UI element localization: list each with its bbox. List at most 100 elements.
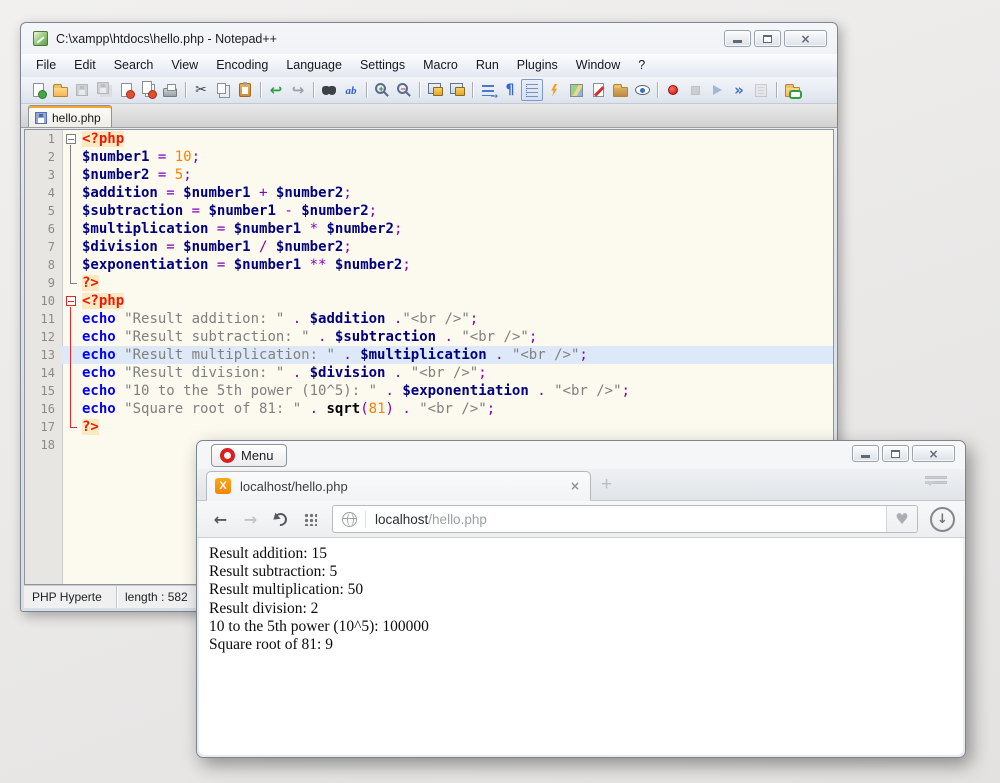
menu-item-plugins[interactable]: Plugins <box>508 54 567 77</box>
file-monitoring-button[interactable] <box>631 79 653 101</box>
opera-close-button[interactable]: × <box>912 445 955 462</box>
tab-close-icon[interactable]: × <box>570 479 580 493</box>
opera-tab-localhost[interactable]: X localhost/hello.php × <box>206 471 591 501</box>
document-switcher-icon <box>593 83 604 97</box>
code-line-17[interactable]: 17?> <box>25 418 833 436</box>
function-list-button[interactable] <box>543 79 565 101</box>
menu-item-macro[interactable]: Macro <box>414 54 467 77</box>
notepadpp-logo-icon <box>33 31 48 46</box>
code-text: ?> <box>79 274 833 292</box>
zoom-in-button[interactable]: + <box>371 79 393 101</box>
code-text: echo "Result multiplication: " . $multip… <box>79 346 833 364</box>
code-line-10[interactable]: 10<?php <box>25 292 833 310</box>
macro-run-multiple-button[interactable]: » <box>728 79 750 101</box>
macro-stop-button[interactable] <box>684 79 706 101</box>
fold-margin <box>62 328 79 346</box>
project-panel-icon <box>613 87 628 97</box>
word-wrap-button[interactable] <box>477 79 499 101</box>
restore-icon <box>891 450 900 458</box>
close-button[interactable]: × <box>784 30 827 47</box>
menu-item-language[interactable]: Language <box>277 54 351 77</box>
code-line-5[interactable]: 5$subtraction = $number1 - $number2; <box>25 202 833 220</box>
code-line-11[interactable]: 11echo "Result addition: " . $addition .… <box>25 310 833 328</box>
macro-record-button[interactable] <box>662 79 684 101</box>
paste-button[interactable] <box>234 79 256 101</box>
code-line-4[interactable]: 4$addition = $number1 + $number2; <box>25 184 833 202</box>
menu-item-search[interactable]: Search <box>105 54 163 77</box>
code-text: <?php <box>79 292 833 310</box>
code-line-13[interactable]: 13echo "Result multiplication: " . $mult… <box>25 346 833 364</box>
show-all-characters-button[interactable]: ¶ <box>499 79 521 101</box>
menu-item-run[interactable]: Run <box>467 54 508 77</box>
opera-menu-button[interactable]: Menu <box>211 444 287 467</box>
desktop: C:\xampp\htdocs\hello.php - Notepad++ × … <box>0 0 1000 783</box>
document-map-button[interactable] <box>565 79 587 101</box>
menu-item-view[interactable]: View <box>162 54 207 77</box>
print-button[interactable] <box>159 79 181 101</box>
close-button[interactable] <box>115 79 137 101</box>
menu-item-edit[interactable]: Edit <box>65 54 105 77</box>
code-line-16[interactable]: 16echo "Square root of 81: " . sqrt(81) … <box>25 400 833 418</box>
code-line-7[interactable]: 7$division = $number1 / $number2; <box>25 238 833 256</box>
menubar: FileEditSearchViewEncodingLanguageSettin… <box>21 54 837 77</box>
speed-dial-icon[interactable] <box>304 513 317 526</box>
bookmark-heart-button[interactable]: ♥ <box>886 506 917 532</box>
fold-toggle-icon[interactable] <box>62 292 79 310</box>
code-line-1[interactable]: 1<?php <box>25 130 833 148</box>
sync-horizontal-button[interactable] <box>446 79 468 101</box>
project-panel-button[interactable] <box>609 79 631 101</box>
forward-button[interactable]: → <box>237 510 264 529</box>
save-all-button[interactable] <box>93 79 115 101</box>
minimize-button[interactable] <box>724 30 751 47</box>
redo-button[interactable]: ↪ <box>287 79 309 101</box>
downloads-button[interactable]: ↓ <box>930 507 955 532</box>
menu-item-help[interactable]: ? <box>629 54 654 77</box>
indent-guide-button[interactable] <box>521 79 543 101</box>
macro-save-icon <box>755 84 767 97</box>
tab-menu-icon[interactable] <box>925 476 947 504</box>
new-tab-button[interactable]: + <box>601 474 612 496</box>
open-file-button[interactable] <box>49 79 71 101</box>
opera-minimize-button[interactable] <box>852 445 879 462</box>
menu-item-file[interactable]: File <box>27 54 65 77</box>
open-containing-folder-button[interactable] <box>781 79 803 101</box>
menu-item-settings[interactable]: Settings <box>351 54 414 77</box>
macro-play-button[interactable] <box>706 79 728 101</box>
fold-margin <box>62 148 79 166</box>
find-button[interactable] <box>318 79 340 101</box>
code-line-9[interactable]: 9?> <box>25 274 833 292</box>
opera-restore-button[interactable] <box>882 445 909 462</box>
back-button[interactable]: ← <box>207 510 234 529</box>
code-line-3[interactable]: 3$number2 = 5; <box>25 166 833 184</box>
line-number: 4 <box>25 184 62 202</box>
save-all-icon <box>97 82 109 94</box>
new-file-button[interactable] <box>27 79 49 101</box>
menu-item-window[interactable]: Window <box>567 54 629 77</box>
opera-menu-label: Menu <box>241 448 274 463</box>
menu-item-encoding[interactable]: Encoding <box>207 54 277 77</box>
code-line-14[interactable]: 14echo "Result division: " . $division .… <box>25 364 833 382</box>
code-line-2[interactable]: 2$number1 = 10; <box>25 148 833 166</box>
tab-label: hello.php <box>52 111 101 125</box>
restore-button[interactable] <box>754 30 781 47</box>
sync-vertical-button[interactable] <box>424 79 446 101</box>
close-all-button[interactable] <box>137 79 159 101</box>
reload-button[interactable] <box>271 510 289 528</box>
code-line-8[interactable]: 8$exponentiation = $number1 ** $number2; <box>25 256 833 274</box>
macro-save-button[interactable] <box>750 79 772 101</box>
tab-hello-php[interactable]: hello.php <box>28 105 112 127</box>
undo-button[interactable]: ↩ <box>265 79 287 101</box>
notepadpp-titlebar[interactable]: C:\xampp\htdocs\hello.php - Notepad++ × <box>21 23 837 54</box>
url-field[interactable]: localhost/hello.php ♥ <box>332 505 918 533</box>
replace-button[interactable]: ab <box>340 79 362 101</box>
save-button[interactable] <box>71 79 93 101</box>
code-line-15[interactable]: 15echo "10 to the 5th power (10^5): " . … <box>25 382 833 400</box>
cut-button[interactable]: ✂ <box>190 79 212 101</box>
code-line-12[interactable]: 12echo "Result subtraction: " . $subtrac… <box>25 328 833 346</box>
opera-titlebar[interactable]: Menu × <box>197 441 965 469</box>
zoom-out-button[interactable]: − <box>393 79 415 101</box>
copy-button[interactable] <box>212 79 234 101</box>
document-switcher-button[interactable] <box>587 79 609 101</box>
fold-toggle-icon[interactable] <box>62 130 79 148</box>
code-line-6[interactable]: 6$multiplication = $number1 * $number2; <box>25 220 833 238</box>
